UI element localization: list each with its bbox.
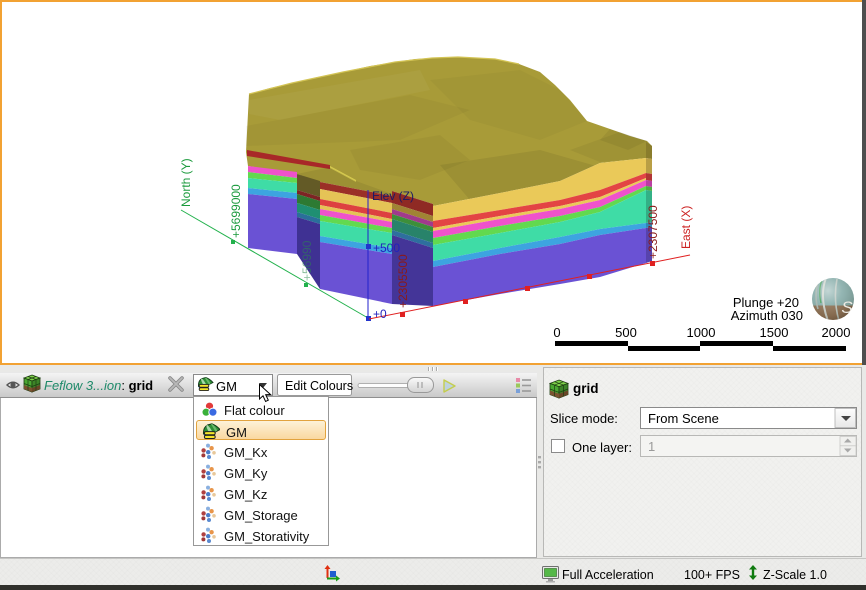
svg-text:500: 500 (615, 325, 637, 340)
svg-text:+0: +0 (373, 307, 387, 321)
svg-text:+2307500: +2307500 (646, 205, 660, 259)
svg-text:+500: +500 (373, 241, 400, 255)
svg-text:0: 0 (553, 325, 560, 340)
svg-text:1500: 1500 (760, 325, 789, 340)
svg-text:S: S (841, 298, 853, 317)
svg-text:North (Y): North (Y) (179, 158, 193, 207)
svg-text:+5699000: +5699000 (229, 184, 243, 238)
svg-text:1000: 1000 (687, 325, 716, 340)
svg-text:East (X): East (X) (679, 206, 693, 249)
svg-text:+56990: +56990 (300, 240, 314, 281)
svg-text:2000: 2000 (822, 325, 851, 340)
svg-text:+2305500: +2305500 (396, 254, 410, 308)
svg-text:Azimuth 030: Azimuth 030 (731, 308, 803, 323)
svg-text:Elev (Z): Elev (Z) (372, 189, 414, 203)
